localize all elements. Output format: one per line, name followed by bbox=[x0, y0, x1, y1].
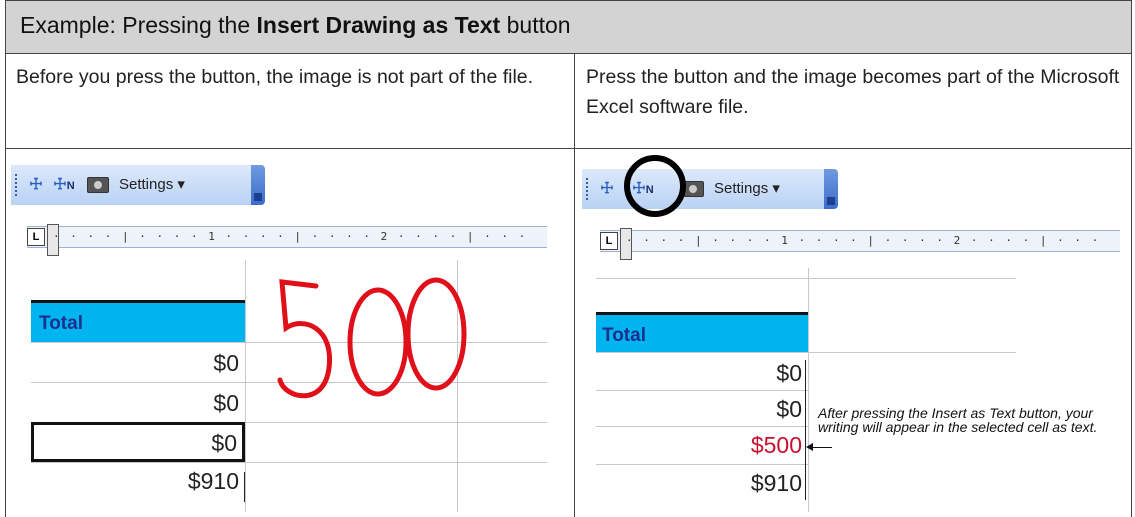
insert-drawing-icon[interactable]: ☩ bbox=[596, 178, 618, 200]
cell-value[interactable]: $910 bbox=[596, 470, 802, 504]
total-header[interactable]: Total bbox=[31, 300, 245, 342]
insert-as-text-icon[interactable]: ☩N bbox=[53, 174, 75, 196]
callout-note: After pressing the Insert as Text button… bbox=[818, 405, 1098, 435]
toolbar-options-icon[interactable] bbox=[824, 169, 838, 209]
settings-menu[interactable]: Settings ▾ bbox=[714, 178, 780, 200]
header-prefix: Example: Pressing the bbox=[20, 12, 257, 38]
ink-toolbar-before: ☩ ☩N Settings ▾ bbox=[11, 165, 265, 205]
insert-drawing-icon[interactable]: ☩ bbox=[25, 174, 47, 196]
highlight-circle bbox=[624, 155, 686, 217]
ruler-after: L · · · · | · · · · 1 · · · · | · · · · … bbox=[600, 228, 1120, 260]
settings-menu[interactable]: Settings ▾ bbox=[119, 174, 185, 196]
converted-cell-value[interactable]: $500 bbox=[596, 432, 802, 466]
tab-stop-icon[interactable]: L bbox=[27, 228, 45, 246]
before-description: Before you press the button, the image i… bbox=[16, 66, 534, 88]
cell-value[interactable]: $0 bbox=[31, 430, 237, 464]
cell-value[interactable]: $910 bbox=[31, 468, 239, 502]
example-header: Example: Pressing the Insert Drawing as … bbox=[6, 0, 1131, 54]
cell-value[interactable]: $0 bbox=[31, 350, 239, 384]
toolbar-grip[interactable] bbox=[15, 174, 19, 196]
ruler-ticks: · · · · | · · · · 1 · · · · | · · · · 2 … bbox=[53, 230, 528, 243]
row-divider bbox=[6, 148, 1131, 149]
toolbar-grip[interactable] bbox=[586, 178, 590, 200]
handwriting-500: 500 bbox=[277, 277, 467, 399]
tab-stop-icon[interactable]: L bbox=[600, 232, 618, 250]
after-description: Press the button and the image becomes p… bbox=[586, 66, 1120, 118]
header-button-name: Insert Drawing as Text bbox=[256, 12, 501, 38]
toolbar-options-icon[interactable] bbox=[251, 165, 265, 205]
ink-toolbar-after: ☩ ☩N Settings ▾ bbox=[582, 169, 838, 209]
ruler-ticks: · · · · | · · · · 1 · · · · | · · · · 2 … bbox=[626, 234, 1101, 247]
cell-value[interactable]: $0 bbox=[596, 360, 802, 394]
cell-value[interactable]: $0 bbox=[31, 390, 239, 424]
ruler-before: L · · · · | · · · · 1 · · · · | · · · · … bbox=[27, 224, 547, 256]
column-divider bbox=[574, 54, 575, 517]
arrow-line bbox=[812, 447, 832, 448]
spreadsheet-after: Total $0 $0 $500 $910 bbox=[596, 268, 1016, 512]
header-title: Example: Pressing the Insert Drawing as … bbox=[20, 12, 571, 39]
cell-value[interactable]: $0 bbox=[596, 396, 802, 430]
camera-icon[interactable] bbox=[87, 177, 109, 193]
header-suffix: button bbox=[500, 12, 571, 38]
total-header[interactable]: Total bbox=[596, 312, 808, 352]
